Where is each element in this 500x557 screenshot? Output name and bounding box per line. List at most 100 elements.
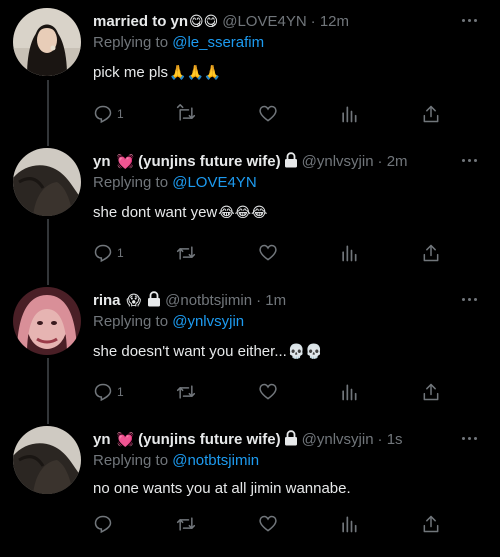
like-button[interactable] [257, 241, 279, 265]
reply-count: 1 [117, 385, 124, 399]
like-button[interactable] [257, 102, 279, 126]
tweet-actions [93, 512, 443, 536]
share-icon [423, 515, 439, 533]
retweet-icon [176, 385, 196, 399]
avatar[interactable] [13, 287, 81, 355]
user-handle[interactable]: @ynlvsyjin [302, 431, 374, 448]
tweet-text: pick me pls🙏🙏🙏 [93, 63, 221, 83]
replying-to-handle[interactable]: @notbtsjimin [172, 452, 259, 469]
like-button[interactable] [257, 512, 279, 536]
tweet-emoji: 🙏🙏🙏 [169, 65, 222, 81]
replying-to-handle[interactable]: @le_sserafim [172, 34, 264, 51]
display-name-suffix[interactable]: (yunjins future wife) [138, 153, 281, 170]
user-handle[interactable]: @ynlvsyjin [302, 153, 374, 170]
reply-icon [94, 244, 112, 263]
like-icon [259, 515, 277, 532]
timestamp[interactable]: · 12m [311, 13, 349, 30]
tweet-header: yn 💓 (yunjins future wife) @ynlvsyjin · 2m [93, 152, 408, 172]
display-name[interactable]: yn [93, 431, 111, 448]
replying-to: Replying to @ynlvsyjin [93, 312, 244, 332]
replying-to: Replying to @le_sserafim [93, 33, 264, 53]
tweet-header: yn 💓 (yunjins future wife) @ynlvsyjin · 1s [93, 430, 403, 450]
retweet-icon [176, 104, 196, 121]
lock-icon [284, 152, 297, 168]
retweet-icon [176, 517, 196, 531]
retweet-button[interactable] [175, 241, 197, 265]
tweet[interactable]: rina 😱 @notbtsjimin · 1m Replying to @ynlvs… [0, 279, 500, 418]
analytics-icon [342, 245, 357, 262]
tweet-header: rina 😱 @notbtsjimin · 1m [93, 291, 286, 311]
analytics-icon [342, 384, 357, 401]
analytics-button[interactable] [339, 380, 359, 404]
name-emoji: 😋😋 [189, 14, 219, 30]
like-button[interactable] [257, 380, 279, 404]
name-emoji: 😱 [126, 293, 142, 309]
tweet-text: she doesn't want you either...💀💀 [93, 342, 323, 362]
more-icon[interactable] [462, 16, 480, 26]
timestamp[interactable]: · 1m [256, 292, 286, 309]
tweet[interactable]: married to yn😋😋 @LOVE4YN · 12m Replying to… [0, 0, 500, 140]
replying-to-handle[interactable]: @LOVE4YN [172, 174, 256, 191]
timestamp[interactable]: · 2m [378, 153, 408, 170]
tweet-text: no one wants you at all jimin wannabe. [93, 479, 351, 499]
tweet-text-content: no one wants you at all jimin wannabe. [93, 480, 351, 497]
tweet-text-content: pick me pls [93, 64, 169, 81]
tweet-header: married to yn😋😋 @LOVE4YN · 12m [93, 12, 349, 32]
replying-to-label: Replying to [93, 174, 169, 191]
retweet-button[interactable] [175, 512, 197, 536]
lock-icon [148, 291, 161, 307]
more-icon[interactable] [462, 295, 480, 305]
reply-button[interactable]: 1 [93, 102, 124, 126]
analytics-icon [342, 106, 357, 123]
share-icon [423, 383, 439, 401]
avatar[interactable] [13, 8, 81, 76]
tweet-emoji: 💀💀 [287, 344, 323, 360]
replying-to-handle[interactable]: @ynlvsyjin [172, 313, 244, 330]
timestamp[interactable]: · 1s [378, 431, 403, 448]
tweet-text-content: she doesn't want you either... [93, 343, 287, 360]
tweet[interactable]: yn 💓 (yunjins future wife) @ynlvsyjin · 1s … [0, 418, 500, 557]
analytics-button[interactable] [339, 241, 359, 265]
tweet-emoji: 😂😂😂 [218, 205, 268, 221]
replying-to-label: Replying to [93, 452, 169, 469]
replying-to-label: Replying to [93, 313, 169, 330]
analytics-button[interactable] [339, 102, 359, 126]
tweet-text-content: she dont want yew [93, 204, 218, 221]
replying-to: Replying to @LOVE4YN [93, 173, 257, 193]
more-icon[interactable] [462, 434, 480, 444]
more-icon[interactable] [462, 156, 480, 166]
like-icon [259, 105, 277, 122]
display-name-suffix[interactable]: (yunjins future wife) [138, 431, 281, 448]
user-handle[interactable]: @LOVE4YN [222, 13, 306, 30]
avatar[interactable] [13, 148, 81, 216]
user-handle[interactable]: @notbtsjimin [165, 292, 252, 309]
share-button[interactable] [421, 512, 441, 536]
share-icon [423, 105, 439, 123]
share-icon [423, 244, 439, 262]
retweet-button[interactable] [175, 380, 197, 404]
display-name[interactable]: rina [93, 292, 121, 309]
share-button[interactable] [421, 102, 441, 126]
name-emoji: 💓 [116, 154, 134, 170]
replying-to: Replying to @notbtsjimin [93, 451, 259, 471]
analytics-button[interactable] [339, 512, 359, 536]
tweet-actions: 1 [93, 102, 443, 126]
retweet-button[interactable] [175, 102, 197, 126]
avatar[interactable] [13, 426, 81, 494]
display-name[interactable]: yn [93, 153, 111, 170]
reply-count: 1 [117, 107, 124, 121]
reply-count: 1 [117, 246, 124, 260]
lock-icon [284, 430, 297, 446]
display-name[interactable]: married to yn [93, 13, 188, 30]
share-button[interactable] [421, 380, 441, 404]
analytics-icon [342, 516, 357, 533]
name-emoji: 💓 [116, 432, 134, 448]
share-button[interactable] [421, 241, 441, 265]
tweet[interactable]: yn 💓 (yunjins future wife) @ynlvsyjin · 2m … [0, 140, 500, 279]
tweet-actions: 1 [93, 241, 443, 265]
reply-button[interactable] [93, 512, 113, 536]
reply-button[interactable]: 1 [93, 380, 124, 404]
retweet-icon [176, 246, 196, 260]
reply-button[interactable]: 1 [93, 241, 124, 265]
replying-to-label: Replying to [93, 34, 169, 51]
